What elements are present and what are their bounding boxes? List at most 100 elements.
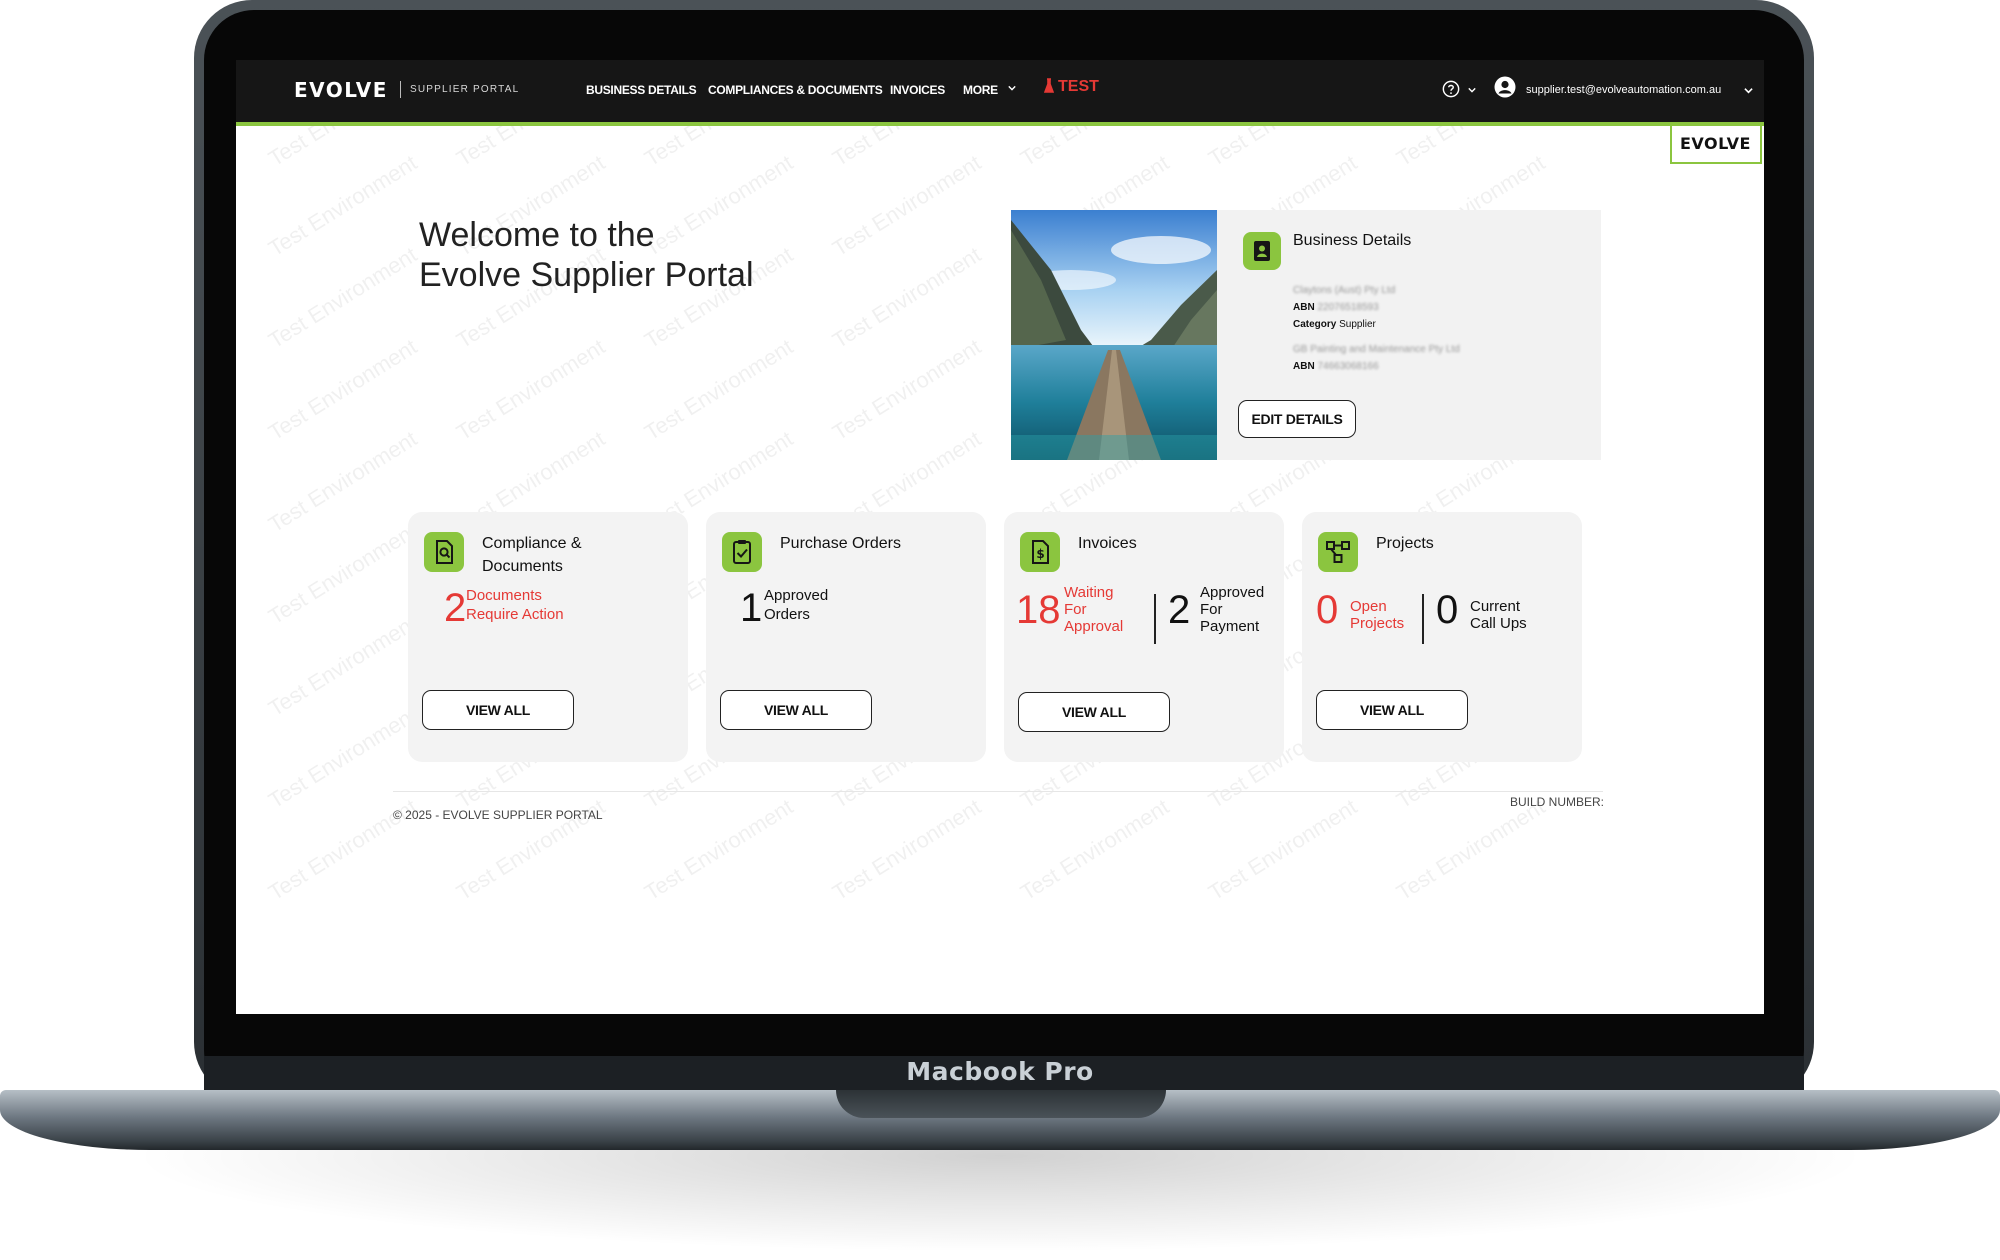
watermark-text: Test Environment <box>1016 793 1174 906</box>
watermark-text: Test Environment <box>640 333 798 446</box>
footer-copyright: © 2025 - EVOLVE SUPPLIER PORTAL <box>393 808 603 822</box>
watermark-text: Test Environment <box>640 793 798 906</box>
invoices-approved-label: Approved For Payment <box>1200 584 1264 635</box>
label-line: For <box>1200 601 1223 618</box>
label-line: Approval <box>1064 618 1124 635</box>
label-line: For <box>1064 601 1087 618</box>
accent-divider <box>236 122 1764 126</box>
label-line: Projects <box>1350 615 1405 632</box>
invoices-waiting-count: 18 <box>1016 588 1061 632</box>
corner-logo-text: EVOLVE <box>1680 134 1751 153</box>
svg-text:$: $ <box>1036 547 1044 561</box>
label-line: Orders <box>764 606 810 623</box>
card-title-line: Invoices <box>1078 535 1137 552</box>
abn-label: ABN <box>1293 361 1315 372</box>
open-projects-label: Open Projects <box>1350 598 1404 632</box>
device-model-label: Macbook Pro <box>906 1057 1094 1086</box>
user-avatar-icon[interactable] <box>1494 76 1516 98</box>
welcome-line-2: Evolve Supplier Portal <box>419 256 754 294</box>
projects-card: Projects 0 Open Projects 0 Current Call … <box>1302 512 1582 762</box>
company-name-1: Claytons (Aust) Pty Ltd <box>1293 285 1396 296</box>
test-environment-badge: TEST <box>1058 78 1099 95</box>
compliance-documents-card: Compliance & Documents 2 Documents Requi… <box>408 512 688 762</box>
build-number: BUILD NUMBER: <box>1510 795 1605 809</box>
card-title: Invoices <box>1078 532 1137 555</box>
nav-compliances-documents[interactable]: COMPLIANCES & DOCUMENTS <box>708 83 883 97</box>
open-projects-count: 0 <box>1316 588 1339 632</box>
view-all-button[interactable]: VIEW ALL <box>422 690 574 730</box>
watermark-text: Test Environment <box>828 241 986 354</box>
footer-divider <box>393 791 1603 792</box>
brand-subtitle: SUPPLIER PORTAL <box>410 84 520 95</box>
watermark-text: Test Environment <box>264 517 422 630</box>
welcome-heading: Welcome to the Evolve Supplier Portal <box>419 215 754 295</box>
nav-more[interactable]: MORE <box>963 83 998 97</box>
watermark-text: Test Environment <box>828 149 986 262</box>
flask-icon <box>1044 78 1054 93</box>
watermark-text: Test Environment <box>264 609 422 722</box>
nav-invoices[interactable]: INVOICES <box>890 83 945 97</box>
company-name-2: GB Painting and Maintenance Pty Ltd <box>1293 344 1460 355</box>
label-line: Current <box>1470 598 1521 615</box>
label-line: Approved <box>764 587 829 604</box>
business-details-list: Claytons (Aust) Pty Ltd ABN 22076518593 … <box>1293 282 1460 375</box>
card-title-line: Documents <box>482 558 563 575</box>
watermark-text: Test Environment <box>264 241 422 354</box>
clipboard-check-icon <box>722 532 762 572</box>
category-value: Supplier <box>1339 319 1376 330</box>
abn-label: ABN <box>1293 302 1315 313</box>
view-all-button[interactable]: VIEW ALL <box>1018 692 1170 732</box>
watermark-text: Test Environment <box>264 149 422 262</box>
label-line: Call Ups <box>1470 615 1527 632</box>
chevron-down-icon[interactable] <box>1744 86 1753 95</box>
brand-logo[interactable]: EVOLVE <box>294 78 388 102</box>
card-title-line: Compliance & <box>482 535 582 552</box>
approved-orders-label: Approved Orders <box>764 586 828 624</box>
abn-row-1: ABN 22076518593 <box>1293 299 1460 316</box>
invoices-waiting-label: Waiting For Approval <box>1064 584 1123 635</box>
welcome-line-1: Welcome to the <box>419 216 655 254</box>
business-details-card: Business Details Claytons (Aust) Pty Ltd… <box>1011 210 1601 460</box>
brand-divider <box>400 81 401 98</box>
approved-orders-count: 1 <box>740 586 763 630</box>
abn-value-1: 22076518593 <box>1317 302 1379 313</box>
chevron-down-icon[interactable] <box>1008 84 1016 92</box>
watermark-text: Test Environment <box>264 425 422 538</box>
watermark-text: Test Environment <box>828 793 986 906</box>
lake-pier-image <box>1011 210 1217 460</box>
top-navigation-bar: EVOLVE SUPPLIER PORTAL BUSINESS DETAILS … <box>236 60 1764 122</box>
label-line: Payment <box>1200 618 1260 635</box>
invoices-card: $ Invoices 18 Waiting For Approval 2 App… <box>1004 512 1284 762</box>
label-line: Open <box>1350 598 1387 615</box>
label-line: Approved <box>1200 584 1265 601</box>
document-search-icon <box>424 532 464 572</box>
watermark-text: Test Environment <box>452 333 610 446</box>
laptop-notch <box>836 1090 1166 1118</box>
contact-card-icon <box>1243 232 1281 270</box>
watermark-text: Test Environment <box>1204 793 1362 906</box>
documents-count: 2 <box>444 586 467 630</box>
invoice-dollar-icon: $ <box>1020 532 1060 572</box>
current-callups-label: Current Call Ups <box>1470 598 1527 632</box>
purchase-orders-card: Purchase Orders 1 Approved Orders VIEW A… <box>706 512 986 762</box>
current-callups-count: 0 <box>1436 588 1459 632</box>
nav-business-details[interactable]: BUSINESS DETAILS <box>586 83 697 97</box>
help-icon[interactable] <box>1442 80 1460 98</box>
card-title: Purchase Orders <box>780 532 901 555</box>
business-photo <box>1011 210 1217 460</box>
card-title: Compliance & Documents <box>482 532 582 578</box>
documents-label: Documents Require Action <box>466 586 564 624</box>
watermark-text: Test Environment <box>264 333 422 446</box>
user-email[interactable]: supplier.test@evolveautomation.com.au <box>1526 84 1721 96</box>
card-title: Projects <box>1376 532 1434 555</box>
view-all-button[interactable]: VIEW ALL <box>1316 690 1468 730</box>
abn-value-2: 74663068166 <box>1317 361 1379 372</box>
edit-details-button[interactable]: EDIT DETAILS <box>1238 400 1356 438</box>
chevron-down-icon[interactable] <box>1468 86 1476 94</box>
category-row: Category Supplier <box>1293 316 1460 333</box>
category-label: Category <box>1293 319 1337 330</box>
view-all-button[interactable]: VIEW ALL <box>720 690 872 730</box>
watermark-text: Test Environment <box>1392 793 1550 906</box>
label-line: Require Action <box>466 606 564 623</box>
invoices-approved-count: 2 <box>1168 588 1191 632</box>
